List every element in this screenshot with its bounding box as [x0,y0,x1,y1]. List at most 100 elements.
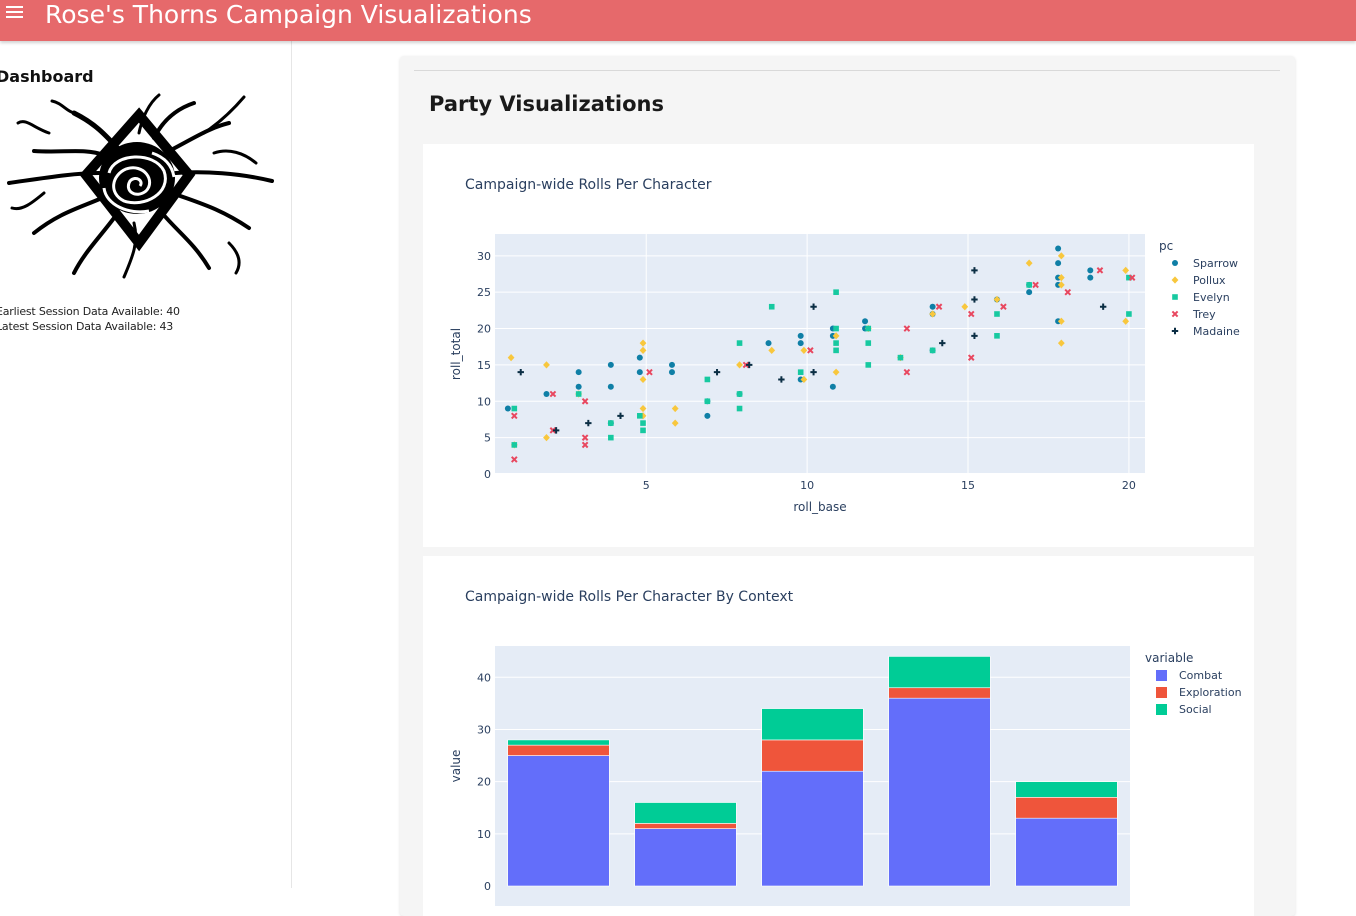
app-header: Rose's Thorns Campaign Visualizations [0,0,1356,41]
earliest-session-text: Earliest Session Data Available: 40 [0,305,180,318]
scatter-point-evelyn [640,420,646,426]
scatter-point-evelyn [865,340,872,346]
bar-segment-social [888,656,991,689]
scatter-point-sparrow [1087,274,1094,281]
x-tick-label: 5 [643,479,650,492]
legend-marker-trey [1171,310,1179,318]
legend-item-exploration: Exploration [1179,686,1242,699]
scatter-point-evelyn [797,369,804,375]
scatter-point-evelyn [833,289,839,295]
card-divider [414,70,1280,71]
scatter-point-sparrow [636,369,643,376]
scatter-point-evelyn [736,391,743,397]
bar-segment-exploration [507,744,610,756]
legend-item-combat: Combat [1179,669,1223,682]
scatter-point-evelyn [1026,282,1032,288]
scatter-point-sparrow [862,318,869,325]
y-tick-label: 15 [477,359,491,372]
scatter-point-sparrow [607,383,614,390]
legend-swatch-exploration [1156,687,1167,698]
scatter-point-evelyn [994,311,1000,317]
legend-swatch-social [1156,704,1167,715]
scatter-point-sparrow [607,361,614,368]
scatter-point-evelyn [736,340,743,346]
bar-segment-combat [507,755,610,887]
y-tick-label: 0 [484,880,491,893]
main-content: Party Visualizations Campaign-wide Rolls… [292,41,1356,916]
scatter-point-sparrow [543,391,550,397]
legend-marker-pollux [1171,276,1179,284]
y-tick-label: 30 [477,250,491,263]
bar-segment-exploration [1015,797,1118,819]
bar-segment-social [507,739,610,746]
bar-segment-combat [1015,817,1118,887]
scatter-point-sparrow [929,303,936,310]
scatter-plot-panel[interactable]: Campaign-wide Rolls Per Character 5 10 15 20… [423,144,1254,547]
legend-title: variable [1145,651,1193,665]
bar-segment-combat [761,770,864,887]
chart-title: Campaign-wide Rolls Per Character [465,177,712,193]
scatter-point-evelyn [736,405,743,412]
scatter-point-evelyn [608,434,614,441]
sidebar-title: Dashboard [0,67,94,86]
y-tick-label: 5 [484,432,491,445]
scatter-point-evelyn [637,413,643,419]
y-tick-label: 25 [477,286,491,299]
legend-item-social: Social [1179,703,1212,716]
x-axis-label: roll_base [793,500,846,514]
scatter-point-evelyn [704,376,711,383]
scatter-point-evelyn [833,340,839,346]
scatter-point-evelyn [511,442,518,448]
scatter-point-evelyn [511,405,518,412]
y-tick-label: 30 [477,723,491,736]
x-tick-label: 10 [800,479,814,492]
hamburger-menu-icon[interactable] [6,4,23,20]
scatter-point-evelyn [833,347,839,354]
scatter-chart[interactable]: Campaign-wide Rolls Per Character 5 10 15 20… [423,144,1254,547]
bar-plot-panel[interactable]: Campaign-wide Rolls Per Character By Con… [423,556,1254,916]
y-axis-label: value [449,750,463,783]
legend-marker-evelyn [1172,294,1178,300]
scatter-point-evelyn [768,303,775,310]
stacked-bar-chart[interactable]: Campaign-wide Rolls Per Character By Con… [423,556,1254,916]
y-tick-label: 10 [477,828,491,841]
y-tick-label: 20 [477,323,491,336]
scatter-point-evelyn [994,333,1000,339]
legend-marker-madaine [1171,327,1179,335]
legend-item-madaine: Madaine [1193,325,1240,338]
scatter-point-evelyn [704,398,711,405]
bar-segment-combat [888,697,991,887]
y-tick-label: 10 [477,395,491,408]
scatter-point-evelyn [865,325,872,332]
bar-segment-social [1015,781,1118,798]
y-tick-label: 0 [484,468,491,481]
scatter-point-sparrow [1087,267,1094,274]
legend-item-trey: Trey [1192,308,1216,321]
scatter-point-sparrow [575,383,582,390]
scatter-point-sparrow [1026,289,1033,296]
scatter-point-sparrow [797,332,804,339]
scatter-point-sparrow [704,412,711,419]
chart-title: Campaign-wide Rolls Per Character By Con… [465,589,794,605]
scatter-point-evelyn [608,420,614,426]
app-title: Rose's Thorns Campaign Visualizations [45,0,532,29]
legend-title: pc [1159,239,1173,253]
bar-segment-exploration [634,823,737,829]
scatter-point-evelyn [865,362,872,368]
legend-item-evelyn: Evelyn [1193,291,1230,304]
scatter-point-sparrow [668,369,675,376]
scatter-point-evelyn [575,391,582,397]
bar-segment-combat [634,828,737,887]
scatter-point-evelyn [1126,311,1132,317]
y-tick-label: 20 [477,776,491,789]
bar-segment-exploration [888,687,991,699]
scatter-point-sparrow [829,383,836,390]
x-tick-label: 15 [961,479,975,492]
scatter-point-sparrow [575,369,582,376]
scatter-point-sparrow [668,361,675,368]
y-tick-label: 40 [477,671,491,684]
scatter-point-sparrow [1055,260,1062,267]
thorned-rose-logo [7,93,274,279]
bar-segment-social [634,802,737,824]
sidebar: Dashboard Earliest Session Data Availabl… [0,41,292,888]
